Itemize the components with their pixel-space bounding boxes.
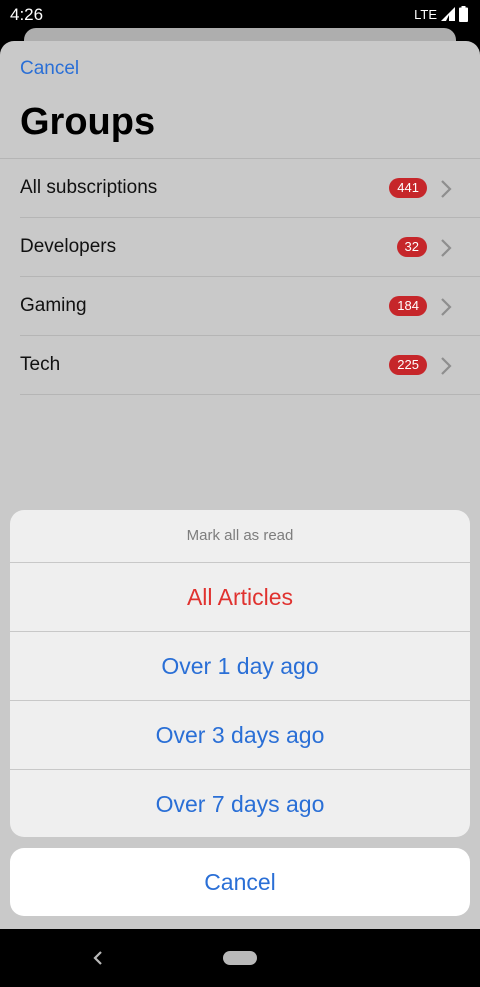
action-sheet-title: Mark all as read bbox=[10, 510, 470, 563]
signal-icon bbox=[441, 7, 455, 21]
group-list: All subscriptions 441 Developers 32 Gami… bbox=[0, 158, 480, 395]
group-name: Gaming bbox=[20, 295, 87, 316]
chevron-right-icon bbox=[441, 357, 452, 375]
status-bar: 4:26 LTE bbox=[0, 0, 480, 30]
network-type: LTE bbox=[414, 6, 437, 22]
group-name: Tech bbox=[20, 354, 61, 375]
unread-count-badge: 225 bbox=[389, 355, 427, 375]
option-over-1-day[interactable]: Over 1 day ago bbox=[10, 632, 470, 701]
group-row-developers[interactable]: Developers 32 bbox=[20, 217, 480, 276]
group-row-all-subscriptions[interactable]: All subscriptions 441 bbox=[0, 158, 480, 217]
option-over-7-days[interactable]: Over 7 days ago bbox=[10, 770, 470, 837]
page-title: Groups bbox=[20, 101, 156, 143]
group-name: All subscriptions bbox=[20, 177, 158, 198]
option-all-articles[interactable]: All Articles bbox=[10, 563, 470, 632]
nav-back-icon[interactable] bbox=[90, 949, 106, 967]
header-cancel-button[interactable]: Cancel bbox=[20, 58, 79, 80]
status-time: 4:26 bbox=[10, 5, 44, 24]
system-nav-bar bbox=[0, 929, 480, 987]
chevron-right-icon bbox=[441, 180, 452, 198]
screen: 4:26 LTE Cancel Groups All subscriptions… bbox=[0, 0, 480, 987]
group-name: Developers bbox=[20, 236, 117, 257]
unread-count-badge: 184 bbox=[389, 296, 427, 316]
battery-icon bbox=[459, 6, 468, 22]
group-row-gaming[interactable]: Gaming 184 bbox=[20, 276, 480, 335]
chevron-right-icon bbox=[441, 298, 452, 316]
status-indicators: LTE bbox=[414, 6, 468, 22]
unread-count-badge: 32 bbox=[396, 237, 427, 257]
option-over-3-days[interactable]: Over 3 days ago bbox=[10, 701, 470, 770]
action-sheet: Mark all as read All Articles Over 1 day… bbox=[10, 510, 470, 837]
unread-count-badge: 441 bbox=[389, 178, 427, 198]
group-row-tech[interactable]: Tech 225 bbox=[20, 335, 480, 395]
nav-home-pill[interactable] bbox=[223, 951, 257, 965]
chevron-right-icon bbox=[441, 239, 452, 257]
action-sheet-cancel-button[interactable]: Cancel bbox=[10, 848, 470, 916]
